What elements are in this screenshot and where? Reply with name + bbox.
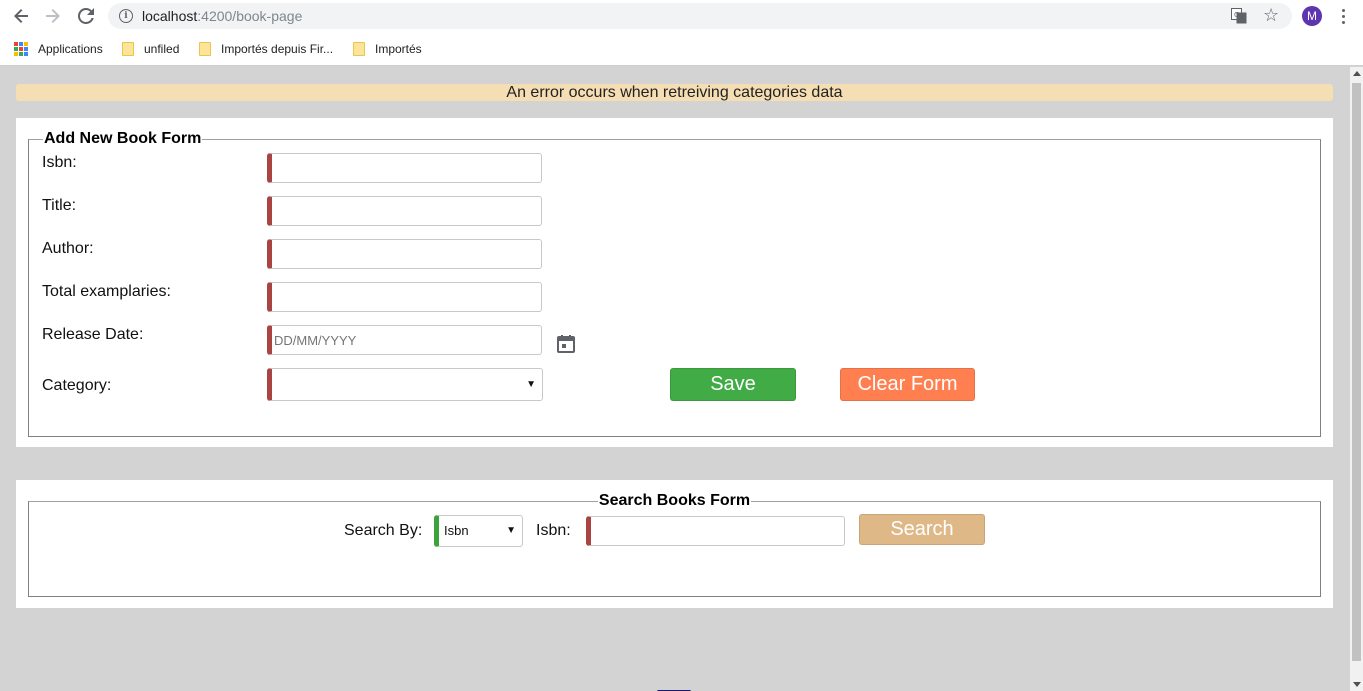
bookmark-applications[interactable]: Applications bbox=[14, 41, 103, 57]
bookmark-label: Importés depuis Fir... bbox=[221, 42, 334, 56]
search-books-card: Search Books Form Search By: Isbn ▼ Isbn… bbox=[16, 480, 1333, 608]
isbn-label: Isbn: bbox=[42, 154, 77, 171]
info-icon[interactable]: i bbox=[119, 9, 133, 23]
star-icon[interactable]: ☆ bbox=[1263, 5, 1279, 25]
bookmark-label: Importés bbox=[375, 42, 422, 56]
search-books-legend: Search Books Form bbox=[598, 492, 751, 509]
scroll-thumb[interactable] bbox=[1352, 83, 1361, 661]
page-content: An error occurs when retreiving categori… bbox=[0, 67, 1350, 691]
bookmark-label: Applications bbox=[38, 42, 103, 56]
url-text: localhost:4200/book-page bbox=[142, 8, 303, 24]
calendar-icon[interactable] bbox=[557, 335, 575, 353]
release-date-input[interactable] bbox=[267, 325, 542, 355]
title-input[interactable] bbox=[267, 196, 542, 226]
search-by-label: Search By: bbox=[344, 522, 423, 539]
category-select[interactable]: ▼ bbox=[267, 368, 543, 401]
folder-icon bbox=[199, 42, 211, 56]
total-examplaries-label: Total examplaries: bbox=[42, 283, 171, 300]
apps-grid-icon bbox=[14, 42, 28, 56]
bookmarks-bar: Applications unfiled Importés depuis Fir… bbox=[0, 33, 1363, 66]
avatar[interactable]: M bbox=[1302, 6, 1322, 26]
page-scrollbar[interactable] bbox=[1350, 67, 1363, 691]
author-input[interactable] bbox=[267, 239, 542, 269]
address-bar[interactable]: i localhost:4200/book-page G ☆ bbox=[108, 3, 1292, 29]
release-date-label: Release Date: bbox=[42, 326, 144, 343]
scroll-up-arrow-icon[interactable] bbox=[1353, 71, 1361, 76]
bookmark-importes[interactable]: Importés bbox=[353, 41, 422, 57]
clear-form-button[interactable]: Clear Form bbox=[840, 368, 975, 401]
add-book-legend: Add New Book Form bbox=[44, 130, 202, 147]
more-menu-icon[interactable] bbox=[1336, 6, 1350, 26]
search-by-select[interactable]: Isbn ▼ bbox=[434, 515, 523, 547]
reload-icon[interactable] bbox=[75, 5, 97, 27]
error-banner: An error occurs when retreiving categori… bbox=[16, 84, 1333, 101]
dropdown-arrow-icon: ▼ bbox=[526, 379, 536, 390]
svg-text:G: G bbox=[1234, 11, 1239, 19]
isbn-input[interactable] bbox=[267, 153, 542, 183]
back-arrow-icon[interactable] bbox=[10, 5, 32, 27]
translate-icon[interactable]: G bbox=[1231, 8, 1247, 24]
dropdown-arrow-icon: ▼ bbox=[506, 525, 516, 536]
save-button[interactable]: Save bbox=[670, 368, 796, 401]
bookmark-label: unfiled bbox=[144, 42, 180, 56]
bookmark-unfiled[interactable]: unfiled bbox=[122, 41, 179, 57]
search-button[interactable]: Search bbox=[859, 514, 985, 545]
author-label: Author: bbox=[42, 240, 94, 257]
search-by-selected-value: Isbn bbox=[444, 523, 469, 538]
add-book-card: Add New Book Form Isbn: Title: Author: T… bbox=[16, 118, 1333, 447]
scroll-down-arrow-icon[interactable] bbox=[1353, 682, 1361, 687]
bookmark-importes-firefox[interactable]: Importés depuis Fir... bbox=[199, 41, 333, 57]
title-label: Title: bbox=[42, 197, 77, 214]
browser-toolbar: i localhost:4200/book-page G ☆ M bbox=[0, 0, 1363, 33]
search-isbn-input[interactable] bbox=[586, 516, 845, 546]
search-isbn-label: Isbn: bbox=[536, 522, 571, 539]
category-label: Category: bbox=[42, 377, 112, 394]
total-examplaries-input[interactable] bbox=[267, 282, 542, 312]
folder-icon bbox=[353, 42, 365, 56]
forward-arrow-icon[interactable] bbox=[42, 5, 64, 27]
folder-icon bbox=[122, 42, 134, 56]
